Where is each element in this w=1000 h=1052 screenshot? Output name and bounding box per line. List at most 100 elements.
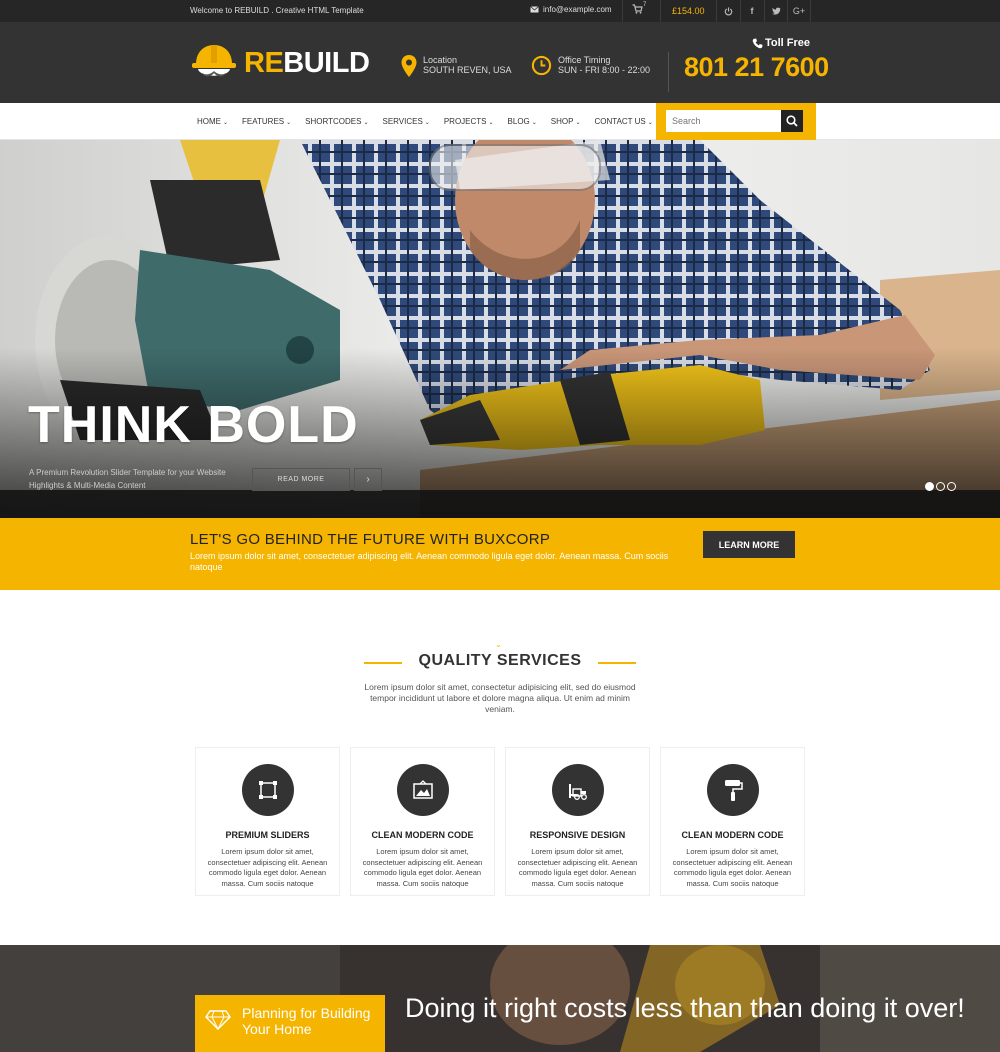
nav-item-shop[interactable]: SHOP ⌄ (544, 103, 588, 140)
nav-item-projects[interactable]: PROJECTS ⌄ (437, 103, 501, 140)
office-timing-info: Office Timing SUN - FRI 8:00 - 22:00 (531, 55, 650, 76)
chevron-down-icon: ⌄ (488, 120, 494, 126)
hardhat-mustache-icon (192, 45, 236, 77)
nav-item-label: SERVICES (382, 117, 423, 126)
cta-banner: LET'S GO BEHIND THE FUTURE WITH BUXCORP … (0, 518, 1000, 590)
search-button[interactable] (781, 110, 803, 132)
service-icon-circle (707, 764, 759, 816)
quote-heading: Doing it right costs less than than doin… (405, 993, 965, 1023)
slider-dot[interactable] (925, 482, 934, 491)
phone-number[interactable]: 801 21 7600 (684, 52, 829, 83)
divider (668, 52, 669, 92)
map-pin-icon (401, 55, 417, 77)
nav-item-label: FEATURES (242, 117, 285, 126)
chevron-right-icon: › (366, 474, 370, 485)
nav-item-blog[interactable]: BLOG ⌄ (501, 103, 544, 140)
facebook-button[interactable]: f (741, 0, 763, 22)
logo-build-text: BUILD (283, 46, 370, 79)
cart-button[interactable] (632, 4, 643, 16)
site-header: REBUILD Location SOUTH REVEN, USA Office… (0, 22, 1000, 103)
forklift-icon (569, 784, 587, 800)
phone-icon (752, 37, 763, 48)
section-description: Lorem ipsum dolor sit amet, consectetur … (364, 682, 636, 714)
nav-item-label: CONTACT US (594, 117, 646, 126)
service-card[interactable]: CLEAN MODERN CODE Lorem ipsum dolor sit … (660, 747, 805, 896)
facebook-icon: f (750, 6, 754, 16)
section-title: QUALITY SERVICES (418, 652, 582, 669)
service-text: Lorem ipsum dolor sit amet, consectetuer… (362, 847, 483, 888)
learn-more-button[interactable]: LEARN MORE (703, 531, 795, 558)
chevron-down-icon: ⌄ (286, 120, 292, 126)
service-icon-circle (397, 764, 449, 816)
search-icon (786, 115, 798, 127)
slider-next-button[interactable]: › (354, 468, 382, 491)
nav-item-label: HOME (197, 117, 221, 126)
planning-box[interactable]: Planning for Building Your Home (195, 995, 385, 1052)
power-button[interactable] (717, 0, 739, 22)
title-line-right (598, 662, 636, 664)
search-box (656, 103, 816, 140)
service-icon-circle (552, 764, 604, 816)
divider (622, 0, 623, 22)
timing-value: SUN - FRI 8:00 - 22:00 (558, 65, 651, 75)
search-input[interactable] (666, 110, 781, 132)
chevron-down-icon: ⌄ (363, 120, 369, 126)
main-nav: HOME ⌄ FEATURES ⌄ SHORTCODES ⌄ SERVICES ⌄ PR… (0, 103, 1000, 140)
nav-item-features[interactable]: FEATURES ⌄ (235, 103, 298, 140)
chevron-down-icon: ⌄ (647, 120, 653, 126)
location-info: Location SOUTH REVEN, USA (401, 55, 512, 77)
chevron-down-icon: ⌄ (575, 120, 581, 126)
nav-item-label: SHOP (550, 117, 574, 126)
timing-label: Office Timing (558, 55, 611, 65)
chevron-down-icon: ⌄ (424, 120, 430, 126)
logo-re-text: RE (244, 46, 284, 79)
slider-dot[interactable] (947, 482, 956, 491)
divider (810, 0, 811, 22)
top-bar: Welcome to REBUILD . Creative HTML Templ… (0, 0, 1000, 22)
hero-slider (0, 140, 1000, 518)
nav-item-home[interactable]: HOME ⌄ (190, 103, 235, 140)
nav-item-label: SHORTCODES (305, 117, 362, 126)
divider (660, 0, 661, 22)
diamond-icon (205, 1010, 231, 1030)
service-title: CLEAN MODERN CODE (371, 830, 474, 840)
email-link[interactable]: info@example.com (530, 5, 612, 14)
clock-icon (531, 55, 552, 76)
nav-item-services[interactable]: SERVICES ⌄ (375, 103, 436, 140)
toll-free-label: Toll Free (752, 37, 810, 49)
toll-free-text: Toll Free (765, 37, 811, 49)
welcome-text: Welcome to REBUILD . Creative HTML Templ… (190, 6, 364, 15)
envelope-icon (530, 6, 539, 13)
hero-subtitle: A Premium Revolution Slider Template for… (29, 468, 226, 490)
power-icon (724, 6, 732, 15)
service-card[interactable]: PREMIUM SLIDERS Lorem ipsum dolor sit am… (195, 747, 340, 896)
nav-item-contact-us[interactable]: CONTACT US ⌄ (588, 103, 660, 140)
paint-roller-icon (725, 780, 743, 801)
cart-total[interactable]: £154.00 (672, 6, 705, 16)
cta-title: LET'S GO BEHIND THE FUTURE WITH BUXCORP (190, 531, 551, 548)
service-text: Lorem ipsum dolor sit amet, consectetuer… (672, 847, 793, 888)
google-plus-button[interactable]: G+ (788, 0, 810, 22)
service-text: Lorem ipsum dolor sit amet, consectetuer… (207, 847, 328, 888)
picture-frame-icon (413, 780, 433, 799)
chevron-down-icon: ⌄ (531, 120, 537, 126)
nav-item-shortcodes[interactable]: SHORTCODES ⌄ (298, 103, 375, 140)
chevron-down-icon: ⌄ (223, 120, 229, 126)
slider-dot[interactable] (936, 482, 945, 491)
twitter-button[interactable] (765, 0, 787, 22)
service-card[interactable]: RESPONSIVE DESIGN Lorem ipsum dolor sit … (505, 747, 650, 896)
read-more-button[interactable]: READ MORE (252, 468, 350, 491)
location-value: SOUTH REVEN, USA (423, 65, 512, 75)
twitter-icon (771, 7, 781, 15)
planning-title: Planning for Building Your Home (242, 1005, 371, 1037)
service-title: CLEAN MODERN CODE (681, 830, 784, 840)
service-card[interactable]: CLEAN MODERN CODE Lorem ipsum dolor sit … (350, 747, 495, 896)
site-logo[interactable]: REBUILD (190, 42, 370, 84)
email-text: info@example.com (543, 5, 612, 14)
service-title: RESPONSIVE DESIGN (529, 830, 626, 840)
service-text: Lorem ipsum dolor sit amet, consectetuer… (517, 847, 638, 888)
crop-frame-icon (259, 781, 277, 799)
nav-item-label: PROJECTS (443, 117, 487, 126)
service-title: PREMIUM SLIDERS (225, 830, 310, 840)
service-icon-circle (242, 764, 294, 816)
